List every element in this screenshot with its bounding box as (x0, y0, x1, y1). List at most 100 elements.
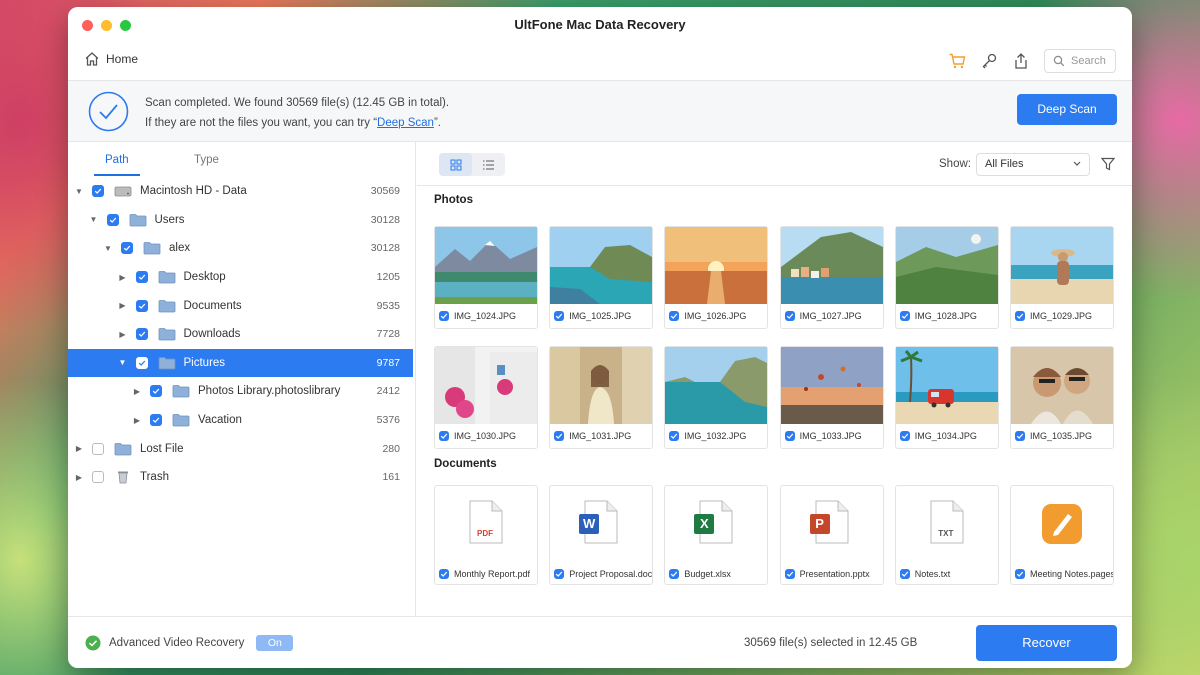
expand-right-icon[interactable]: ▶ (118, 273, 128, 282)
grid-icon (450, 159, 461, 170)
photo-filename: IMG_1031.JPG (569, 431, 632, 441)
deep-scan-link[interactable]: Deep Scan (377, 117, 434, 129)
scan-result-banner: Scan completed. We found 30569 file(s) (… (68, 81, 1132, 142)
tree-item-checkbox[interactable] (135, 328, 148, 341)
photo-card[interactable]: IMG_1033.JPG (779, 346, 884, 449)
photo-card[interactable]: IMG_1024.JPG (434, 226, 538, 329)
expand-right-icon[interactable]: ▶ (118, 330, 128, 339)
photo-checkbox[interactable] (784, 431, 795, 441)
photo-card[interactable]: IMG_1029.JPG (1010, 226, 1114, 329)
photo-checkbox[interactable] (899, 311, 910, 321)
tree-item[interactable]: ▶ Trash 161 (68, 463, 413, 492)
photo-checkbox[interactable] (784, 311, 795, 321)
document-filename: Budget.xlsx (684, 569, 731, 579)
tree-item-count: 1205 (376, 271, 400, 284)
document-card[interactable]: Meeting Notes.pages (1010, 485, 1114, 585)
photo-card[interactable]: IMG_1030.JPG (434, 346, 538, 449)
photo-filename: IMG_1032.JPG (684, 431, 747, 441)
document-checkbox[interactable] (1015, 569, 1025, 579)
advanced-video-recovery-toggle[interactable]: On (256, 635, 294, 651)
photo-card[interactable]: IMG_1034.JPG (894, 346, 999, 449)
expand-down-icon[interactable]: ▼ (103, 244, 113, 253)
share-icon[interactable] (1012, 52, 1030, 70)
photo-thumbnail (435, 347, 537, 424)
folder-icon (129, 213, 147, 227)
photo-card[interactable]: IMG_1027.JPG (779, 226, 884, 329)
tree-item-count: 2412 (376, 385, 400, 398)
expand-right-icon[interactable]: ▶ (132, 416, 142, 425)
filter-icon[interactable] (1101, 157, 1115, 171)
photo-card[interactable]: IMG_1026.JPG (664, 226, 769, 329)
photo-checkbox[interactable] (1015, 431, 1025, 441)
document-checkbox[interactable] (784, 569, 795, 579)
photo-checkbox[interactable] (554, 431, 565, 441)
expand-down-icon[interactable]: ▼ (74, 187, 84, 196)
list-view-button[interactable] (472, 153, 505, 176)
tree-item[interactable]: ▼ Macintosh HD - Data 30569 (68, 177, 413, 206)
document-checkbox[interactable] (554, 569, 565, 579)
tree-item-label: Vacation (198, 414, 242, 427)
expand-down-icon[interactable]: ▼ (89, 215, 99, 224)
tree-item-checkbox[interactable] (106, 213, 119, 226)
key-icon[interactable] (980, 52, 998, 70)
tree-item[interactable]: ▶ Desktop 1205 (68, 263, 413, 292)
tree-item[interactable]: ▶ Photos Library.photoslibrary 2412 (68, 377, 413, 406)
document-card[interactable]: P Presentation.pptx (779, 485, 884, 585)
txt-icon: TXT (896, 486, 998, 562)
home-button[interactable]: Home (84, 51, 138, 67)
deep-scan-button[interactable]: Deep Scan (1017, 94, 1117, 125)
tree-item-checkbox[interactable] (150, 414, 162, 427)
list-icon (483, 159, 494, 170)
recover-button[interactable]: Recover (976, 625, 1117, 661)
document-card[interactable]: W Project Proposal.docx (549, 485, 654, 585)
document-card[interactable]: TXT Notes.txt (894, 485, 999, 585)
photo-card[interactable]: IMG_1035.JPG (1010, 346, 1114, 449)
document-checkbox[interactable] (669, 569, 680, 579)
photo-checkbox[interactable] (669, 431, 680, 441)
photo-card[interactable]: IMG_1028.JPG (894, 226, 999, 329)
tree-item-checkbox[interactable] (92, 442, 104, 455)
tree-item-checkbox[interactable] (135, 271, 148, 284)
grid-view-button[interactable] (439, 153, 472, 176)
tree-item[interactable]: ▶ Vacation 5376 (68, 406, 413, 435)
photo-checkbox[interactable] (439, 311, 449, 321)
trash-icon (114, 470, 132, 484)
expand-right-icon[interactable]: ▶ (74, 444, 84, 453)
expand-right-icon[interactable]: ▶ (118, 301, 128, 310)
tab-type[interactable]: Type (194, 154, 219, 166)
tree-item-checkbox[interactable] (135, 356, 148, 369)
tree-item[interactable]: ▶ Documents 9535 (68, 291, 413, 320)
file-type-select[interactable]: All Files (976, 153, 1090, 176)
expand-right-icon[interactable]: ▶ (74, 473, 84, 482)
photo-filename: IMG_1033.JPG (799, 431, 862, 441)
photo-checkbox[interactable] (554, 311, 565, 321)
photo-card[interactable]: IMG_1032.JPG (664, 346, 769, 449)
tree-item-checkbox[interactable] (135, 299, 148, 312)
footer-bar: Advanced Video Recovery On 30569 file(s)… (68, 616, 1132, 668)
photo-checkbox[interactable] (439, 431, 449, 441)
tree-item[interactable]: ▶ Downloads 7728 (68, 320, 413, 349)
photo-checkbox[interactable] (899, 431, 910, 441)
tab-path[interactable]: Path (105, 154, 129, 166)
tree-item[interactable]: ▼ Users 30128 (68, 206, 413, 235)
tree-item[interactable]: ▶ Lost File 280 (68, 434, 413, 463)
cart-icon[interactable] (948, 52, 966, 70)
tree-item-checkbox[interactable] (92, 185, 104, 198)
tree-item-checkbox[interactable] (92, 471, 104, 484)
tree-item-checkbox[interactable] (121, 242, 133, 255)
document-checkbox[interactable] (439, 569, 449, 579)
tree-item[interactable]: ▼ Pictures 9787 (68, 348, 413, 378)
tree-item[interactable]: ▼ alex 30128 (68, 234, 413, 263)
photo-card[interactable]: IMG_1031.JPG (549, 346, 654, 449)
search-input[interactable]: Search (1044, 49, 1116, 73)
photo-checkbox[interactable] (669, 311, 680, 321)
photo-checkbox[interactable] (1015, 311, 1025, 321)
document-checkbox[interactable] (899, 569, 910, 579)
tree-item-checkbox[interactable] (150, 385, 162, 398)
expand-right-icon[interactable]: ▶ (132, 387, 142, 396)
document-card[interactable]: PDF Monthly Report.pdf (434, 485, 538, 585)
photo-thumbnail (895, 227, 998, 304)
document-card[interactable]: X Budget.xlsx (664, 485, 769, 585)
expand-down-icon[interactable]: ▼ (118, 358, 128, 367)
photo-card[interactable]: IMG_1025.JPG (549, 226, 654, 329)
